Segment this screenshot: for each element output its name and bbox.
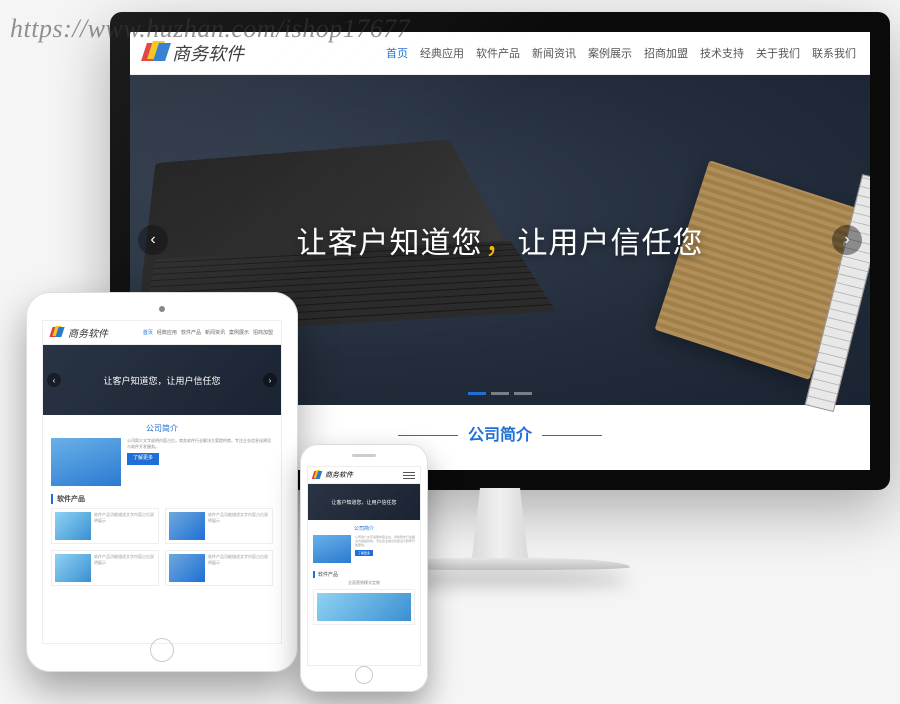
tablet-logo-icon <box>51 326 65 340</box>
tablet-product-card[interactable]: 软件产品功能描述文字内容占位说明展示 <box>51 508 159 544</box>
hamburger-menu-icon[interactable] <box>403 472 415 479</box>
nav-contact[interactable]: 联系我们 <box>812 45 856 61</box>
tablet-intro-block: 公司简介文字说明内容占位，商务软件行业解决方案提供商，专注企业信息化建设与软件开… <box>43 438 281 494</box>
watermark-text: https://www.huzhan.com/ishop17677 <box>10 14 410 44</box>
hero-slogan-part1: 让客户知道您 <box>297 227 483 260</box>
phone-product-card[interactable] <box>313 589 415 625</box>
carousel-dot-3[interactable] <box>514 392 532 395</box>
tablet-screen: 商务软件 首页 经典应用 软件产品 新闻资讯 案例展示 招商加盟 ‹ 让客户知道… <box>42 320 282 644</box>
tablet-nav-item[interactable]: 软件产品 <box>181 329 201 336</box>
phone-logo[interactable]: 商务软件 <box>313 470 353 480</box>
nav-products[interactable]: 软件产品 <box>476 45 520 61</box>
nav-support[interactable]: 技术支持 <box>700 45 744 61</box>
nav-classic-apps[interactable]: 经典应用 <box>420 45 464 61</box>
phone-logo-icon <box>313 470 323 480</box>
tablet-header: 商务软件 首页 经典应用 软件产品 新闻资讯 案例展示 招商加盟 <box>43 321 281 345</box>
card-image <box>169 512 205 540</box>
phone-mockup: 商务软件 让客户知道您，让用户信任您 公司简介 公司简介文字说明内容占位，商务软… <box>300 444 428 692</box>
phone-card-image <box>317 593 411 621</box>
nav-news[interactable]: 新闻资讯 <box>532 45 576 61</box>
tablet-intro-text: 公司简介文字说明内容占位，商务软件行业解决方案提供商，专注企业信息化建设与软件开… <box>127 438 273 486</box>
hero-slogan-part2: 让用户信任您 <box>518 227 704 260</box>
tablet-product-card[interactable]: 软件产品功能描述文字内容占位说明展示 <box>165 508 273 544</box>
hero-slogan-separator: ， <box>485 227 516 260</box>
phone-hero-text: 让客户知道您，让用户信任您 <box>331 499 396 506</box>
tablet-hero: ‹ 让客户知道您，让用户信任您 › <box>43 345 281 415</box>
tablet-products-heading-wrap: 软件产品 <box>43 494 281 504</box>
card-text: 软件产品功能描述文字内容占位说明展示 <box>94 554 155 582</box>
phone-intro-image <box>313 535 351 563</box>
tablet-nav-item[interactable]: 招商加盟 <box>253 329 273 336</box>
carousel-indicators[interactable] <box>468 392 532 395</box>
monitor-stand-neck <box>450 488 550 558</box>
tablet-nav-item[interactable]: 新闻资讯 <box>205 329 225 336</box>
tablet-brand-name: 商务软件 <box>68 325 108 340</box>
carousel-dot-2[interactable] <box>491 392 509 395</box>
logo-icon <box>144 41 168 65</box>
carousel-next-button[interactable]: › <box>832 225 862 255</box>
phone-intro-text: 公司简介文字说明内容占位，商务软件行业解决方案提供商，专注企业信息化建设与软件开… <box>355 535 415 563</box>
tablet-section-intro: 公司简介 <box>43 415 281 438</box>
phone-brand-name: 商务软件 <box>325 470 353 480</box>
card-text: 软件产品功能描述文字内容占位说明展示 <box>208 512 269 540</box>
card-image <box>55 512 91 540</box>
phone-hero: 让客户知道您，让用户信任您 <box>308 484 420 520</box>
phone-more-button[interactable]: 了解更多 <box>355 550 373 556</box>
tablet-more-button[interactable]: 了解更多 <box>127 453 159 465</box>
tablet-product-card[interactable]: 软件产品功能描述文字内容占位说明展示 <box>165 550 273 586</box>
phone-products-subtitle: 全面营销模式定制 <box>308 580 420 589</box>
tablet-carousel-prev[interactable]: ‹ <box>47 373 61 387</box>
hero-slogan: 让客户知道您，让用户信任您 <box>297 218 704 262</box>
card-text: 软件产品功能描述文字内容占位说明展示 <box>94 512 155 540</box>
tablet-products-heading: 软件产品 <box>51 494 273 504</box>
carousel-dot-1[interactable] <box>468 392 486 395</box>
tablet-product-grid: 软件产品功能描述文字内容占位说明展示 软件产品功能描述文字内容占位说明展示 软件… <box>43 508 281 586</box>
tablet-nav-item[interactable]: 案例展示 <box>229 329 249 336</box>
card-text: 软件产品功能描述文字内容占位说明展示 <box>208 554 269 582</box>
tablet-hero-text: 让客户知道您，让用户信任您 <box>103 374 220 387</box>
tablet-nav: 首页 经典应用 软件产品 新闻资讯 案例展示 招商加盟 <box>143 329 273 336</box>
phone-section-intro: 公司简介 <box>308 520 420 535</box>
phone-screen: 商务软件 让客户知道您，让用户信任您 公司简介 公司简介文字说明内容占位，商务软… <box>307 466 421 666</box>
nav-cases[interactable]: 案例展示 <box>588 45 632 61</box>
tablet-carousel-next[interactable]: › <box>263 373 277 387</box>
tablet-intro-image <box>51 438 121 486</box>
tablet-nav-item[interactable]: 经典应用 <box>157 329 177 336</box>
tablet-mockup: 商务软件 首页 经典应用 软件产品 新闻资讯 案例展示 招商加盟 ‹ 让客户知道… <box>26 292 298 672</box>
phone-intro-block: 公司简介文字说明内容占位，商务软件行业解决方案提供商，专注企业信息化建设与软件开… <box>308 535 420 567</box>
card-image <box>55 554 91 582</box>
carousel-prev-button[interactable]: ‹ <box>138 225 168 255</box>
tablet-product-card[interactable]: 软件产品功能描述文字内容占位说明展示 <box>51 550 159 586</box>
main-nav: 首页 经典应用 软件产品 新闻资讯 案例展示 招商加盟 技术支持 关于我们 联系… <box>386 45 856 61</box>
nav-about[interactable]: 关于我们 <box>756 45 800 61</box>
tablet-nav-item[interactable]: 首页 <box>143 329 153 336</box>
phone-products-heading: 软件产品 <box>313 571 415 578</box>
phone-header: 商务软件 <box>308 467 420 484</box>
nav-home[interactable]: 首页 <box>386 45 408 61</box>
card-image <box>169 554 205 582</box>
nav-franchise[interactable]: 招商加盟 <box>644 45 688 61</box>
